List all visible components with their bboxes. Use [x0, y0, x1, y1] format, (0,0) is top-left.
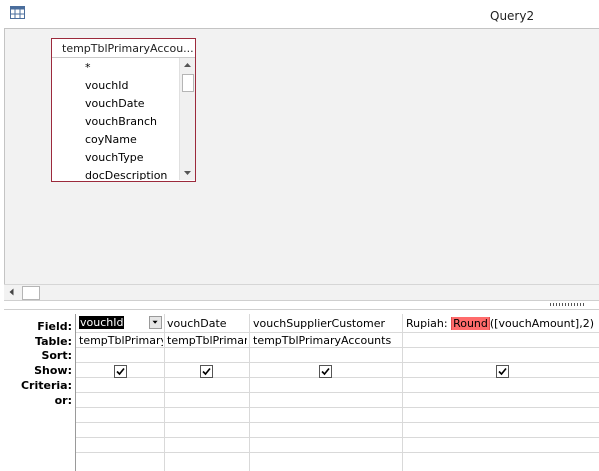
scroll-down-arrow-icon[interactable]: [180, 166, 195, 180]
query-icon: [10, 6, 25, 19]
field-expression-prefix: Rupiah:: [406, 317, 452, 330]
table-box-header[interactable]: tempTblPrimaryAccou...: [52, 39, 195, 58]
checkmark-icon: [498, 367, 507, 376]
grid-line: [76, 422, 599, 423]
design-horizontal-scrollbar[interactable]: [4, 284, 599, 300]
round-function-highlight: Round: [451, 317, 490, 330]
show-checkbox-3[interactable]: [319, 365, 332, 378]
checkmark-icon: [116, 367, 125, 376]
field-cell-3[interactable]: vouchSupplierCustomer: [253, 317, 400, 330]
grid-line: [76, 347, 599, 348]
grid-line: [76, 392, 599, 393]
field-item[interactable]: *: [85, 61, 91, 74]
checkmark-icon: [202, 367, 211, 376]
scroll-up-arrow-icon[interactable]: [180, 58, 195, 72]
chevron-down-icon: [152, 320, 158, 324]
field-cell-4[interactable]: Rupiah: Round ([vouchAmount],2): [406, 317, 598, 330]
field-cell-1[interactable]: vouchId: [79, 316, 125, 329]
show-checkbox-2[interactable]: [200, 365, 213, 378]
field-dropdown-button[interactable]: [149, 316, 162, 329]
field-item[interactable]: coyName: [85, 133, 137, 146]
show-checkbox-4[interactable]: [496, 365, 509, 378]
grid-line: [249, 314, 250, 471]
grid-line: [76, 332, 599, 333]
field-cell-2[interactable]: vouchDate: [167, 317, 247, 330]
table-box-title: tempTblPrimaryAccou...: [62, 42, 194, 55]
table-cell-3[interactable]: tempTblPrimaryAccounts: [253, 334, 400, 347]
row-label-table: Table:: [34, 335, 72, 348]
field-item[interactable]: vouchDate: [85, 97, 145, 110]
table-cell-1[interactable]: tempTblPrimaryA: [79, 334, 163, 347]
window-title: Query2: [490, 9, 535, 23]
field-list: * vouchId vouchDate vouchBranch coyName …: [52, 58, 179, 180]
row-label-or: or:: [54, 394, 72, 407]
grid-area: vouchId tempTblPrimaryA vouchDate tempTb…: [75, 314, 599, 471]
row-label-field: Field:: [37, 320, 72, 333]
show-checkbox-1[interactable]: [114, 365, 127, 378]
grid-line: [76, 452, 599, 453]
pane-splitter[interactable]: [4, 300, 599, 310]
row-label-criteria: Criteria:: [20, 379, 72, 392]
grid-line: [76, 407, 599, 408]
title-bar: Query2: [0, 0, 599, 27]
row-label-show: Show:: [34, 364, 72, 377]
row-label-sort: Sort:: [41, 349, 72, 362]
scroll-thumb[interactable]: [182, 74, 194, 92]
splitter-grip-icon[interactable]: [550, 303, 586, 306]
scroll-left-arrow-icon[interactable]: [7, 287, 17, 297]
query-design-grid: Field: Table: Sort: Show: Criteria: or: …: [4, 310, 599, 471]
grid-line: [76, 377, 599, 378]
field-item[interactable]: docDescription: [85, 169, 167, 180]
grid-line: [402, 314, 403, 471]
field-list-scrollbar[interactable]: [179, 58, 195, 180]
field-item[interactable]: vouchBranch: [85, 115, 157, 128]
table-cell-2[interactable]: tempTblPrimaryA: [167, 334, 247, 347]
table-field-list[interactable]: tempTblPrimaryAccou... * vouchId vouchDa…: [51, 38, 196, 182]
checkmark-icon: [321, 367, 330, 376]
grid-line: [76, 362, 599, 363]
grid-line: [164, 314, 165, 471]
field-item[interactable]: vouchId: [85, 79, 128, 92]
field-item[interactable]: vouchType: [85, 151, 144, 164]
grid-line: [76, 437, 599, 438]
h-scroll-thumb[interactable]: [22, 286, 40, 300]
field-expression-suffix: ([vouchAmount],2): [489, 317, 595, 330]
